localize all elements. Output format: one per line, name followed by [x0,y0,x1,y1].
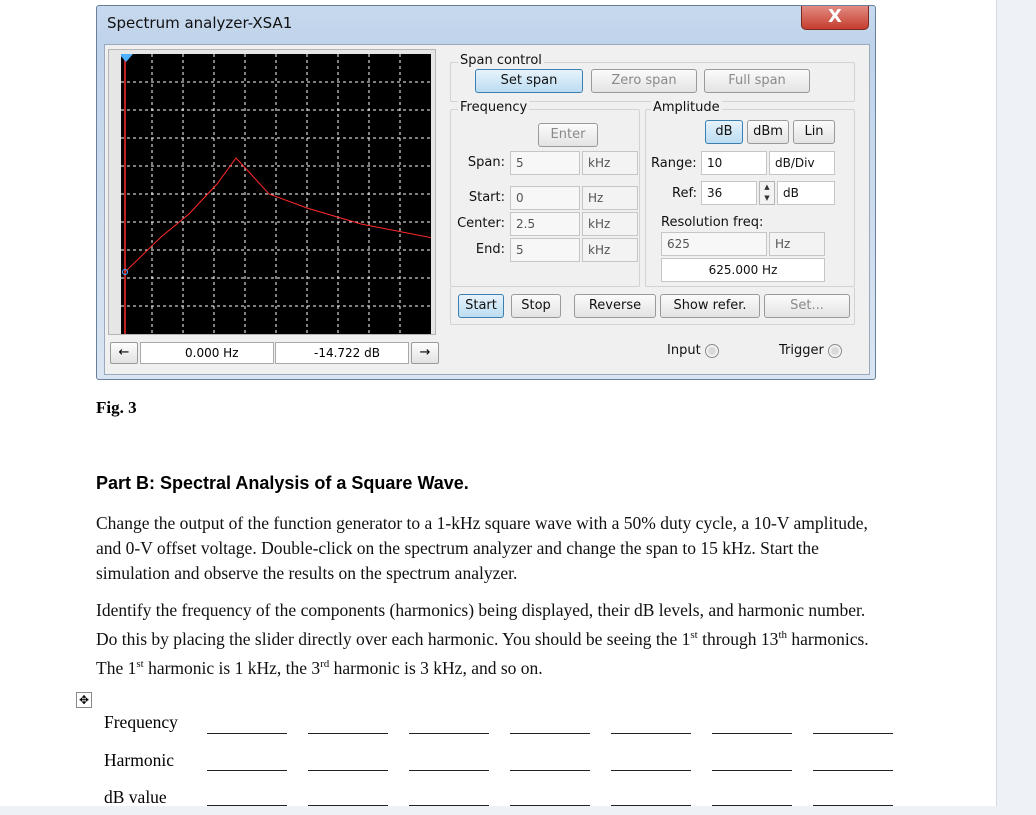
spectrum-analyzer-window: Spectrum analyzer-XSA1 X ← 0.000 Hz -14.… [96,5,876,380]
answer-blank[interactable] [308,733,388,734]
ref-input[interactable]: 36 [701,181,757,205]
answer-blank[interactable] [510,770,590,771]
figure-caption: Fig. 3 [96,398,137,417]
answer-blank[interactable] [712,805,792,806]
start-label: Start: [468,190,505,205]
answer-blank[interactable] [813,733,893,734]
set-button[interactable]: Set... [764,294,850,318]
dbm-button[interactable]: dBm [747,120,789,144]
answer-blank[interactable] [611,733,691,734]
answer-blank[interactable] [510,805,590,806]
reverse-button[interactable]: Reverse [574,294,656,318]
stop-button[interactable]: Stop [511,294,561,318]
span-label: Span: [467,155,505,170]
resolution-title: Resolution freq: [661,215,764,230]
input-terminal-icon[interactable] [704,343,719,358]
amplitude-title: Amplitude [651,100,722,115]
superscript-rd: rd [320,657,330,670]
spectrum-plot [121,54,431,334]
trigger-label: Trigger [779,343,824,358]
full-span-button[interactable]: Full span [704,69,810,93]
answer-blank[interactable] [308,805,388,806]
ref-unit[interactable]: dB [777,181,835,205]
close-button[interactable]: X [801,6,869,30]
end-input[interactable]: 5 [510,238,580,262]
enter-button[interactable]: Enter [538,123,598,147]
end-unit[interactable]: kHz [582,238,638,262]
window-client-area: ← 0.000 Hz -14.722 dB → Span control Set… [104,44,870,375]
cursor-level-readout: -14.722 dB [275,342,409,364]
spin-down-icon[interactable]: ▼ [760,193,774,204]
range-label: Range: [651,156,697,171]
answer-blank[interactable] [308,770,388,771]
end-label: End: [475,242,505,257]
spin-up-icon[interactable]: ▲ [760,182,774,193]
ref-label: Ref: [672,186,697,201]
input-terminal[interactable]: Input [667,343,719,358]
window-title: Spectrum analyzer-XSA1 [107,14,293,32]
db-button[interactable]: dB [705,120,743,144]
span-unit[interactable]: kHz [582,151,638,175]
center-unit[interactable]: kHz [582,212,638,236]
superscript-st-2: st [136,657,144,670]
answer-blank[interactable] [409,733,489,734]
paragraph-1: Change the output of the function genera… [96,513,868,583]
cursor-level-value: -14.722 dB [314,346,380,360]
start-button[interactable]: Start [458,294,504,318]
show-refer-button[interactable]: Show refer. [660,294,760,318]
span-input[interactable]: 5 [510,151,580,175]
answer-blank[interactable] [409,770,489,771]
ref-spinner[interactable]: ▲ ▼ [759,181,775,205]
answer-blank[interactable] [611,770,691,771]
superscript-th: th [778,629,787,641]
paragraph-2-text-d: harmonic is 1 kHz, the 3 [143,657,321,678]
cursor-frequency-readout: 0.000 Hz [140,342,274,364]
document-scrollbar[interactable] [996,0,1036,815]
spectrum-display [121,54,431,334]
answer-blank[interactable] [207,770,287,771]
frequency-title: Frequency [458,100,530,115]
lin-button[interactable]: Lin [793,120,835,144]
table-move-handle-icon[interactable]: ✥ [76,692,92,708]
resolution-input[interactable]: 625 [661,232,767,256]
answer-blank[interactable] [207,805,287,806]
cursor-marker-icon [121,54,133,62]
row-label-db-value: dB value [104,787,167,807]
answer-blank[interactable] [813,805,893,806]
row-label-frequency: Frequency [104,712,178,732]
answer-blank[interactable] [712,770,792,771]
trigger-terminal-icon[interactable] [827,343,842,358]
paragraph-2-text-e: harmonic is 3 kHz, and so on. [329,657,543,678]
span-control-title: Span control [458,53,544,68]
answer-blank[interactable] [409,805,489,806]
start-input[interactable]: 0 [510,186,580,210]
set-span-button[interactable]: Set span [475,69,583,93]
paragraph-2-text-b: through 13 [697,628,779,649]
range-input[interactable]: 10 [701,151,767,175]
answer-blank[interactable] [611,805,691,806]
trigger-terminal[interactable]: Trigger [779,343,842,358]
answer-blank[interactable] [712,733,792,734]
range-unit[interactable]: dB/Div [769,151,835,175]
superscript-st: st [690,629,698,641]
cursor-frequency-value: 0.000 Hz [185,346,239,360]
spectrum-trace [124,157,431,273]
row-label-harmonic: Harmonic [104,750,174,770]
zero-span-button[interactable]: Zero span [591,69,697,93]
center-label: Center: [457,216,505,231]
answer-blank[interactable] [813,770,893,771]
resolution-display: 625.000 Hz [661,258,825,282]
display-frame [108,49,436,335]
cursor-left-button[interactable]: ← [110,342,138,364]
cursor-right-button[interactable]: → [411,342,439,364]
center-input[interactable]: 2.5 [510,212,580,236]
display-grid [121,54,431,334]
paragraph-2: Identify the frequency of the components… [96,598,886,681]
answer-blank[interactable] [510,733,590,734]
input-label: Input [667,343,701,358]
resolution-unit[interactable]: Hz [769,232,825,256]
answer-blank[interactable] [207,733,287,734]
part-b-heading: Part B: Spectral Analysis of a Square Wa… [96,473,469,493]
start-unit[interactable]: Hz [582,186,638,210]
